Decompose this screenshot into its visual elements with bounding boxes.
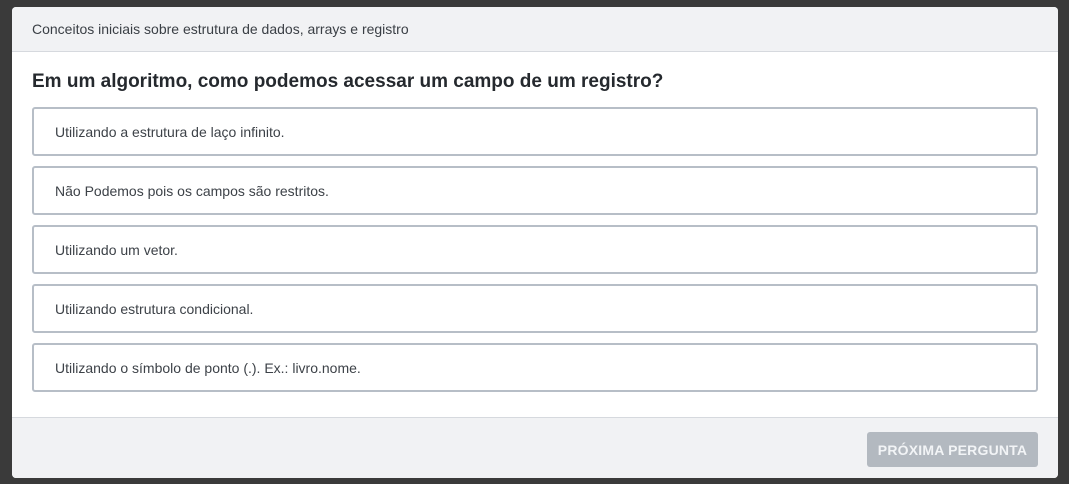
answer-option-label: Não Podemos pois os campos são restritos… (55, 182, 329, 199)
next-question-button[interactable]: PRÓXIMA PERGUNTA (867, 432, 1038, 467)
answer-option-3[interactable]: Utilizando um vetor. (32, 225, 1038, 274)
quiz-footer: PRÓXIMA PERGUNTA (12, 417, 1058, 478)
quiz-card: Conceitos iniciais sobre estrutura de da… (12, 7, 1058, 478)
quiz-topic-title: Conceitos iniciais sobre estrutura de da… (32, 21, 409, 37)
answer-option-2[interactable]: Não Podemos pois os campos são restritos… (32, 166, 1038, 215)
quiz-topic-header: Conceitos iniciais sobre estrutura de da… (12, 7, 1058, 52)
question-text: Em um algoritmo, como podemos acessar um… (32, 71, 664, 92)
answer-option-5[interactable]: Utilizando o símbolo de ponto (.). Ex.: … (32, 343, 1038, 392)
answer-option-4[interactable]: Utilizando estrutura condicional. (32, 284, 1038, 333)
answer-option-1[interactable]: Utilizando a estrutura de laço infinito. (32, 107, 1038, 156)
answer-option-label: Utilizando o símbolo de ponto (.). Ex.: … (55, 359, 361, 376)
answer-option-label: Utilizando um vetor. (55, 241, 178, 258)
answer-options: Utilizando a estrutura de laço infinito.… (32, 107, 1038, 402)
answer-option-label: Utilizando estrutura condicional. (55, 300, 254, 317)
answer-option-label: Utilizando a estrutura de laço infinito. (55, 123, 285, 140)
